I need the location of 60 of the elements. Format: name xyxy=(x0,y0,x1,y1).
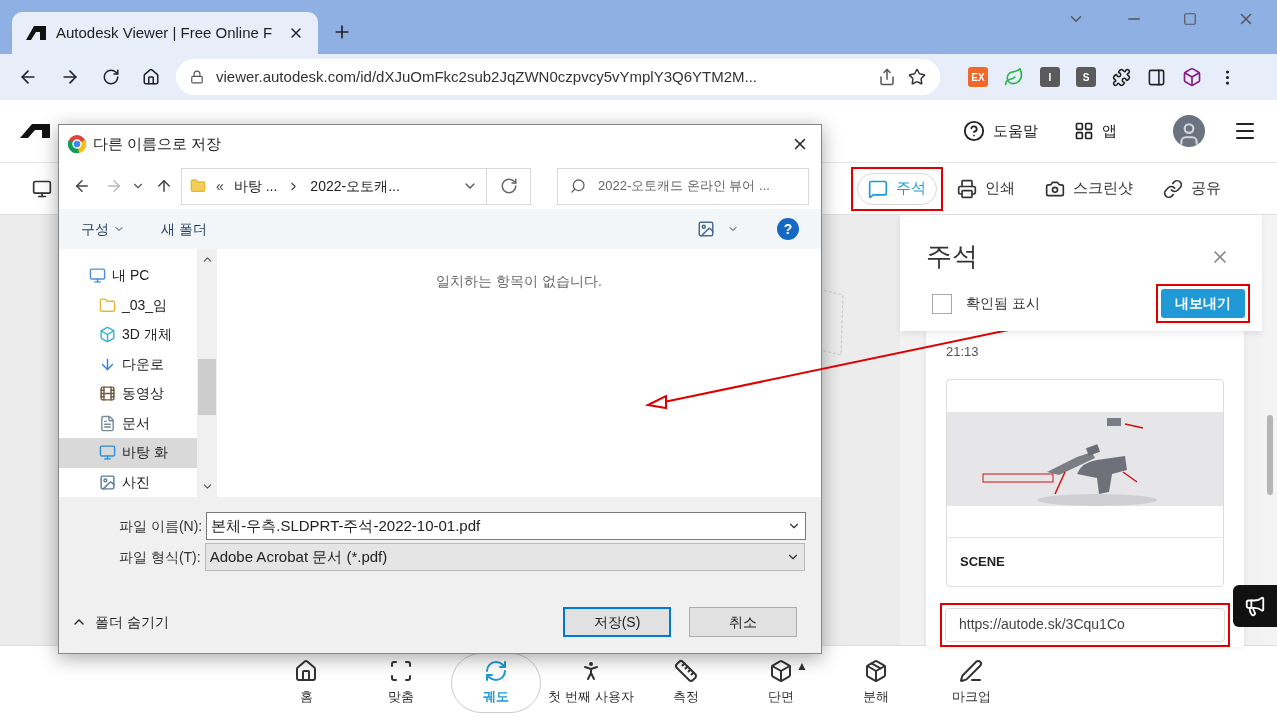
help-link[interactable]: 도움말 xyxy=(993,119,1038,143)
comment-time: 21:13 xyxy=(946,344,979,359)
dialog-button[interactable]: 저장(S) xyxy=(563,607,671,637)
breadcrumb-overflow[interactable]: « xyxy=(216,175,224,197)
tab-title: Autodesk Viewer | Free Online F xyxy=(56,22,273,43)
nav-label: 다운로 xyxy=(122,354,164,374)
tool-button[interactable]: 단면 ▲ xyxy=(736,653,826,713)
breadcrumb-item[interactable]: 바탕 ... xyxy=(233,175,278,197)
file-type-value: Adobe Acrobat 문서 (*.pdf) xyxy=(209,546,388,567)
nav-label: 3D 개체 xyxy=(122,325,172,345)
nav-label: 내 PC xyxy=(112,266,150,286)
breadcrumb-item[interactable]: 2022-오토캐... xyxy=(310,175,400,197)
tool-button[interactable]: 홈 xyxy=(261,653,351,713)
dialog-button[interactable]: 취소 xyxy=(689,607,797,637)
tool-button[interactable]: 마크업 xyxy=(926,653,1016,713)
tool-button[interactable]: 분해 xyxy=(831,653,921,713)
tool-button[interactable]: 측정 xyxy=(641,653,731,713)
toolbar-button[interactable]: 인쇄 xyxy=(947,172,1025,205)
search-field[interactable]: 2022-오토캐드 온라인 뷰어 ... xyxy=(557,167,809,205)
help-button[interactable]: ? xyxy=(777,218,799,240)
nav-label: 문서 xyxy=(122,413,150,433)
nav-item[interactable]: 문서 xyxy=(59,408,197,438)
nav-label: 바탕 화 xyxy=(122,443,168,463)
file-name-field[interactable]: 본체-우측.SLDPRT-주석-2022-10-01.pdf xyxy=(206,512,807,540)
nav-item[interactable]: 동영상 xyxy=(59,379,197,409)
panel-title: 주석 xyxy=(926,240,978,273)
extension-icon[interactable]: I xyxy=(1040,67,1060,87)
menu-glyph[interactable]: ▲ xyxy=(796,657,808,675)
nav-item[interactable]: 사진 xyxy=(59,467,197,497)
field-label: 파일 이름(N): xyxy=(119,516,203,536)
nav-item[interactable]: 다운로 xyxy=(59,349,197,379)
extension-icon[interactable]: S xyxy=(1076,67,1096,87)
url-text: viewer.autodesk.com/id/dXJuOmFkc2sub2JqZWN0czpvcy5vYmplY3Q6YTM2M... xyxy=(216,66,758,87)
tool-button[interactable]: 맞춤 xyxy=(356,653,446,713)
nav-label: 사진 xyxy=(122,472,150,492)
nav-item[interactable]: 내 PC xyxy=(59,261,197,291)
organize-button[interactable]: 구성 xyxy=(81,218,125,240)
apps-link[interactable]: 앱 xyxy=(1102,119,1117,143)
link-field[interactable]: https://autode.sk/3Cqu1Co xyxy=(945,607,1225,642)
nav-item[interactable]: _03_임 xyxy=(59,290,197,320)
nav-item[interactable]: 3D 개체 xyxy=(59,320,197,350)
scene-label: SCENE xyxy=(959,553,1006,571)
search-placeholder: 2022-오토캐드 온라인 뷰어 ... xyxy=(598,177,770,196)
field-label: 파일 형식(T): xyxy=(119,547,201,567)
tool-button[interactable]: 첫 번째 사용자 xyxy=(546,653,636,713)
dialog-title: 다른 이름으로 저장 xyxy=(93,133,222,154)
nav-item[interactable]: 바탕 화 xyxy=(59,438,197,468)
toolbar-button[interactable]: 공유 xyxy=(1153,172,1231,205)
hide-folders-button[interactable]: 폴더 숨기기 xyxy=(71,611,169,633)
checkbox-label: 확인됨 표시 xyxy=(966,294,1040,313)
file-name-value: 본체-우측.SLDPRT-주석-2022-10-01.pdf xyxy=(211,515,481,536)
address-bar[interactable]: viewer.autodesk.com/id/dXJuOmFkc2sub2JqZWN0czpvcy5vYmplY3Q6YTM2M... xyxy=(176,59,940,95)
browser-tab[interactable]: Autodesk Viewer | Free Online F xyxy=(12,12,318,54)
nav-label: _03_임 xyxy=(122,295,168,315)
empty-message: 일치하는 항목이 없습니다. xyxy=(436,272,602,291)
file-type-select[interactable]: Adobe Acrobat 문서 (*.pdf) xyxy=(204,543,805,571)
breadcrumb-bar[interactable]: « 바탕 ... 2022-오토캐... xyxy=(181,167,531,205)
toolbar-button[interactable]: 스크린샷 xyxy=(1035,172,1143,205)
new-folder-button[interactable]: 새 폴더 xyxy=(161,218,207,240)
nav-label: 동영상 xyxy=(122,384,164,404)
